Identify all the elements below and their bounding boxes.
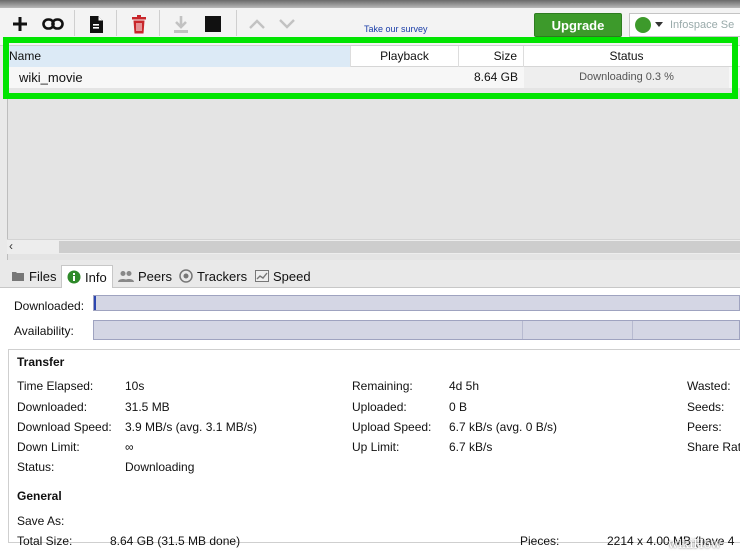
highlight-box bbox=[3, 37, 738, 99]
downloaded-progress-bar bbox=[93, 295, 740, 311]
move-up-button[interactable] bbox=[246, 13, 268, 35]
new-file-icon bbox=[90, 15, 103, 33]
peers-label: Peers: bbox=[687, 420, 722, 434]
tab-files-label: Files bbox=[29, 268, 57, 284]
toolbar-separator bbox=[116, 10, 117, 36]
details-section: Transfer Time Elapsed: 10s Downloaded: 3… bbox=[8, 349, 740, 548]
up-limit-label: Up Limit: bbox=[352, 440, 400, 454]
link-icon bbox=[42, 18, 64, 30]
downloaded-bar-label: Downloaded: bbox=[14, 299, 85, 313]
downloaded-progress-fill bbox=[94, 296, 96, 310]
downloaded-label: Downloaded: bbox=[17, 400, 88, 414]
stop-button[interactable] bbox=[202, 13, 224, 35]
general-title: General bbox=[17, 489, 62, 503]
add-torrent-button[interactable] bbox=[9, 13, 31, 35]
download-speed-value: 3.9 MB/s (avg. 3.1 MB/s) bbox=[125, 420, 258, 434]
availability-bar-label: Availability: bbox=[14, 324, 74, 338]
wasted-label: Wasted: bbox=[687, 379, 731, 393]
availability-bar bbox=[93, 320, 740, 340]
total-size-label: Total Size: bbox=[17, 534, 73, 548]
toolbar-separator bbox=[236, 10, 237, 36]
tab-info[interactable]: Info bbox=[61, 265, 113, 289]
tab-files[interactable]: Files bbox=[6, 265, 61, 287]
upload-speed-value: 6.7 kB/s (avg. 0 B/s) bbox=[449, 420, 558, 434]
scrollbar-thumb[interactable] bbox=[59, 241, 740, 253]
bar-divider bbox=[632, 321, 633, 339]
tab-trackers[interactable]: Trackers bbox=[174, 265, 252, 287]
save-as-label: Save As: bbox=[17, 514, 65, 528]
survey-link[interactable]: Take our survey bbox=[364, 24, 428, 34]
toolbar-separator bbox=[159, 10, 160, 36]
bar-divider bbox=[522, 321, 523, 339]
search-box[interactable]: Infospace Se bbox=[629, 13, 740, 37]
chevron-down-icon bbox=[279, 19, 295, 29]
watermark: wikiHow bbox=[668, 537, 722, 551]
up-limit-value: 6.7 kB/s bbox=[449, 440, 493, 454]
caret-down-icon[interactable] bbox=[655, 22, 663, 27]
uploaded-value: 0 B bbox=[449, 400, 468, 414]
info-icon bbox=[67, 270, 81, 284]
remaining-value: 4d 5h bbox=[449, 379, 480, 393]
speed-icon bbox=[255, 270, 269, 282]
transfer-title: Transfer bbox=[17, 355, 65, 369]
peers-icon bbox=[118, 271, 134, 282]
down-limit-value: ∞ bbox=[125, 440, 134, 454]
tab-peers[interactable]: Peers bbox=[113, 265, 177, 287]
total-size-value: 8.64 GB (31.5 MB done) bbox=[110, 534, 241, 548]
search-placeholder: Infospace Se bbox=[670, 19, 735, 31]
status-label: Status: bbox=[17, 460, 55, 474]
detail-tabs: Files Info Peers Trackers Speed bbox=[0, 262, 740, 289]
tab-speed[interactable]: Speed bbox=[250, 265, 316, 287]
horizontal-scrollbar[interactable]: ‹ bbox=[7, 239, 740, 254]
down-limit-label: Down Limit: bbox=[17, 440, 80, 454]
tab-info-label: Info bbox=[85, 269, 107, 285]
download-speed-label: Download Speed: bbox=[17, 420, 112, 434]
uploaded-label: Uploaded: bbox=[352, 400, 407, 414]
time-elapsed-label: Time Elapsed: bbox=[17, 379, 94, 393]
tab-trackers-label: Trackers bbox=[197, 268, 248, 284]
downloaded-value: 31.5 MB bbox=[125, 400, 170, 414]
remove-torrent-button[interactable] bbox=[128, 13, 150, 35]
create-torrent-button[interactable] bbox=[85, 13, 107, 35]
toolbar-separator bbox=[74, 10, 75, 36]
start-download-button[interactable] bbox=[170, 13, 192, 35]
add-link-button[interactable] bbox=[42, 13, 64, 35]
files-icon bbox=[12, 272, 24, 281]
scroll-left-icon[interactable]: ‹ bbox=[9, 239, 13, 253]
remaining-label: Remaining: bbox=[352, 379, 413, 393]
trash-icon bbox=[132, 14, 146, 33]
share-ratio-label: Share Rat bbox=[687, 440, 740, 454]
plus-icon bbox=[13, 17, 27, 31]
move-down-button[interactable] bbox=[276, 13, 298, 35]
status-value: Downloading bbox=[125, 460, 195, 474]
utorrent-logo-icon bbox=[635, 17, 651, 33]
window-top-strip bbox=[0, 0, 740, 8]
seeds-label: Seeds: bbox=[687, 400, 725, 414]
pieces-label: Pieces: bbox=[520, 534, 560, 548]
tab-peers-label: Peers bbox=[138, 268, 172, 284]
trackers-icon bbox=[179, 269, 193, 283]
stop-icon bbox=[205, 16, 221, 32]
download-arrow-icon bbox=[174, 15, 188, 33]
info-panel: Downloaded: Availability: Transfer Time … bbox=[0, 288, 740, 555]
time-elapsed-value: 10s bbox=[125, 379, 145, 393]
chevron-up-icon bbox=[249, 19, 265, 29]
tab-speed-label: Speed bbox=[273, 268, 311, 284]
upgrade-button[interactable]: Upgrade bbox=[534, 13, 622, 37]
upload-speed-label: Upload Speed: bbox=[352, 420, 432, 434]
